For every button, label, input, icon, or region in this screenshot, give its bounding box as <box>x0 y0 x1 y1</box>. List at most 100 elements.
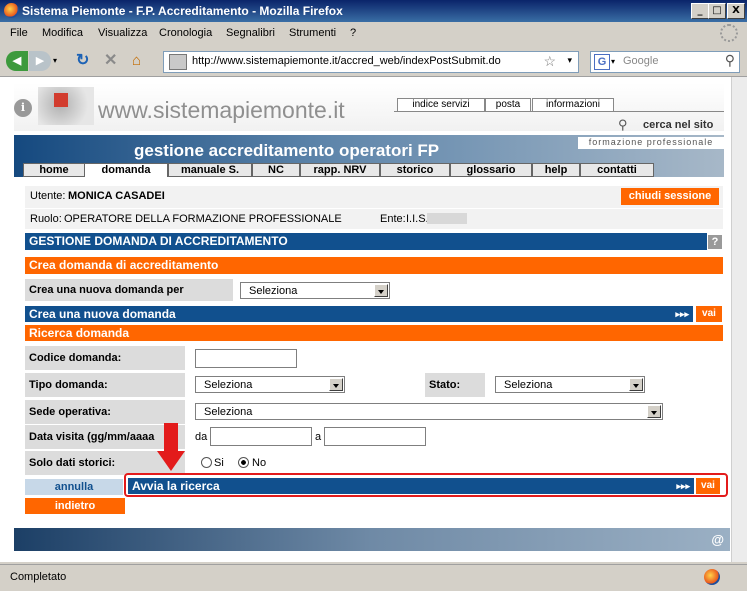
chevron-down-icon <box>647 405 661 418</box>
tab-help[interactable]: help <box>532 163 580 177</box>
top-tab-informazioni[interactable]: informazioni <box>532 98 614 112</box>
ruolo-value: OPERATORE DELLA FORMAZIONE PROFESSIONALE <box>64 213 342 225</box>
navigation-toolbar: ◀ ▶ ▾ ↻ ✕ ⌂ http://www.sistemapiemonte.i… <box>0 45 747 77</box>
avvia-vai-button[interactable]: vai <box>696 478 720 494</box>
throbber-icon <box>720 24 738 42</box>
red-arrow-shaft <box>164 423 178 451</box>
menu-modifica[interactable]: Modifica <box>42 27 83 39</box>
tab-contatti[interactable]: contatti <box>580 163 654 177</box>
banner-subtitle: formazione professionale <box>578 137 724 149</box>
crea-vai-button[interactable]: vai <box>696 306 722 322</box>
codice-input[interactable] <box>195 349 297 368</box>
email-icon[interactable]: @ <box>711 532 724 547</box>
bookmark-star-icon[interactable]: ☆ <box>543 53 556 70</box>
top-tab-posta[interactable]: posta <box>485 98 531 112</box>
chiudi-sessione-button[interactable]: chiudi sessione <box>621 188 719 205</box>
data-label: Data visita (gg/mm/aaaa <box>25 425 185 449</box>
scrollbar[interactable] <box>731 77 747 562</box>
tab-glossario[interactable]: glossario <box>450 163 532 177</box>
page-content: i www.sistemapiemonte.it indice servizi … <box>0 77 747 562</box>
stato-select[interactable]: Seleziona <box>495 376 645 393</box>
window-title: Sistema Piemonte - F.P. Accreditamento -… <box>22 4 343 18</box>
tipo-select-value: Seleziona <box>204 379 253 391</box>
tab-storico[interactable]: storico <box>380 163 450 177</box>
arrows-icon: ▸▸▸ <box>676 481 690 491</box>
chevron-down-icon <box>329 378 343 391</box>
search-site-link[interactable]: cerca nel sito <box>643 119 713 131</box>
top-tab-indice-servizi[interactable]: indice servizi <box>397 98 485 112</box>
search-bar[interactable]: G ▾ Google ⚲ <box>590 51 740 73</box>
utente-value: MONICA CASADEI <box>68 190 165 202</box>
data-a-input[interactable] <box>324 427 426 446</box>
si-radio[interactable] <box>201 457 212 468</box>
menu-cronologia[interactable]: Cronologia <box>159 27 212 39</box>
ente-value: I.I.S. <box>406 213 429 225</box>
stato-select-value: Seleziona <box>504 379 553 391</box>
url-dropdown-icon[interactable]: ▾ <box>567 55 572 66</box>
forward-arrow-icon: ▶ <box>35 55 45 67</box>
sede-select[interactable]: Seleziona <box>195 403 663 420</box>
da-label: da <box>195 431 208 443</box>
site-favicon-icon <box>169 54 187 70</box>
site-footer-band: @ <box>14 528 730 551</box>
menu-strumenti[interactable]: Strumenti <box>289 27 336 39</box>
forward-button[interactable]: ▶ <box>29 51 51 71</box>
url-text: http://www.sistemapiemonte.it/accred_web… <box>192 55 501 67</box>
history-dropdown[interactable]: ▾ <box>53 51 63 71</box>
ruolo-label: Ruolo: <box>30 213 62 225</box>
stato-label: Stato: <box>425 373 485 397</box>
si-label: Si <box>214 457 224 469</box>
sede-label: Sede operativa: <box>25 400 185 424</box>
close-button[interactable]: X <box>727 3 745 19</box>
menu-visualizza[interactable]: Visualizza <box>98 27 147 39</box>
status-bar: Completato <box>0 564 747 591</box>
google-engine-icon[interactable]: G <box>594 54 610 70</box>
url-bar[interactable]: http://www.sistemapiemonte.it/accred_web… <box>163 51 579 73</box>
search-magnifier-icon[interactable]: ⚲ <box>725 52 735 69</box>
window-titlebar: Sistema Piemonte - F.P. Accreditamento -… <box>0 0 747 22</box>
menu-help[interactable]: ? <box>350 27 356 39</box>
indietro-button[interactable]: indietro <box>25 498 125 514</box>
banner-title: gestione accreditamento operatori FP <box>134 141 440 160</box>
search-input[interactable]: Google <box>623 55 658 67</box>
menu-bar: File Modifica Visualizza Cronologia Segn… <box>0 23 747 44</box>
crea-header: Crea domanda di accreditamento <box>25 257 723 274</box>
menu-segnalibri[interactable]: Segnalibri <box>226 27 275 39</box>
a-label: a <box>315 431 322 443</box>
stop-icon[interactable]: ✕ <box>104 51 122 71</box>
tab-home[interactable]: home <box>23 163 85 177</box>
utente-label: Utente: <box>30 190 66 202</box>
back-arrow-icon: ◀ <box>12 55 22 67</box>
sede-select-value: Seleziona <box>204 406 253 418</box>
tab-manuale[interactable]: manuale S. <box>168 163 252 177</box>
crea-select-value: Seleziona <box>249 285 298 297</box>
reload-icon[interactable]: ↻ <box>76 51 94 71</box>
help-icon[interactable]: ? <box>708 235 722 249</box>
annulla-button[interactable]: annulla <box>25 479 123 495</box>
tab-nc[interactable]: NC <box>252 163 300 177</box>
ruolo-row: Ruolo: OPERATORE DELLA FORMAZIONE PROFES… <box>25 209 723 229</box>
tab-domanda[interactable]: domanda <box>84 163 168 177</box>
tipo-select[interactable]: Seleziona <box>195 376 345 393</box>
crea-select[interactable]: Seleziona <box>240 282 390 299</box>
red-arrow-down-icon <box>157 451 185 471</box>
menu-file[interactable]: File <box>10 27 28 39</box>
info-icon[interactable]: i <box>14 99 32 117</box>
home-icon[interactable]: ⌂ <box>132 51 150 71</box>
avvia-bar: Avvia la ricerca ▸▸▸ <box>128 478 694 494</box>
minimize-button[interactable]: _ <box>691 3 709 19</box>
crea-bar-label: Crea una nuova domanda <box>29 307 176 321</box>
back-button[interactable]: ◀ <box>6 51 28 71</box>
no-radio[interactable] <box>238 457 249 468</box>
tipo-label: Tipo domanda: <box>25 373 185 397</box>
search-site-icon[interactable]: ⚲ <box>618 117 628 133</box>
tab-rapp-nrv[interactable]: rapp. NRV <box>300 163 380 177</box>
data-da-input[interactable] <box>210 427 312 446</box>
crea-bar: Crea una nuova domanda ▸▸▸ <box>25 306 693 322</box>
top-tabs-rule <box>394 111 724 112</box>
ricerca-header: Ricerca domanda <box>25 325 723 341</box>
chevron-down-icon <box>629 378 643 391</box>
maximize-button[interactable]: □ <box>708 3 726 19</box>
site-header: i www.sistemapiemonte.it indice servizi … <box>14 83 724 133</box>
engine-dropdown-icon[interactable]: ▾ <box>611 57 615 66</box>
